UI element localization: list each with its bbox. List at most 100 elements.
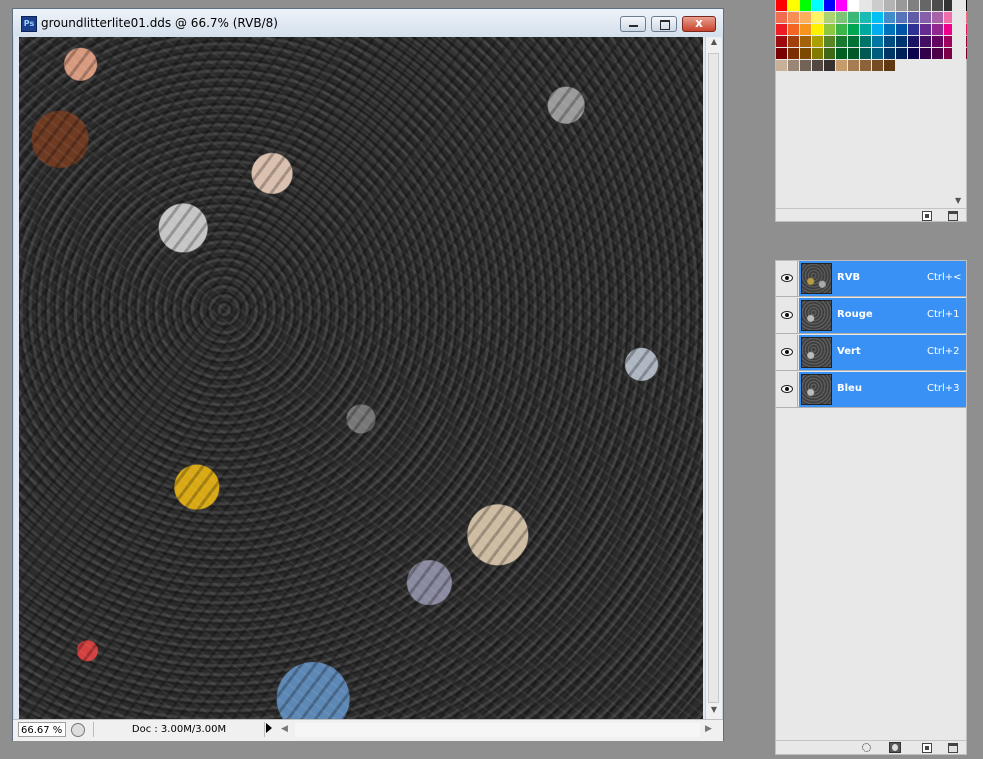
zoom-icon[interactable] <box>71 723 85 737</box>
visibility-toggle[interactable] <box>776 298 798 333</box>
color-swatch[interactable] <box>812 0 823 11</box>
load-selection-icon[interactable] <box>862 743 871 752</box>
horizontal-scrollbar[interactable] <box>295 723 700 737</box>
color-swatch[interactable] <box>932 36 943 47</box>
channel-body[interactable]: Bleu Ctrl+3 <box>799 372 966 407</box>
color-swatch[interactable] <box>920 36 931 47</box>
color-swatch[interactable] <box>824 12 835 23</box>
color-swatch[interactable] <box>920 0 931 11</box>
color-swatch[interactable] <box>824 24 835 35</box>
color-swatch[interactable] <box>872 48 883 59</box>
color-swatch[interactable] <box>788 60 799 71</box>
color-swatch[interactable] <box>920 48 931 59</box>
color-swatch[interactable] <box>860 60 871 71</box>
color-swatch[interactable] <box>860 36 871 47</box>
scroll-down-icon[interactable]: ▼ <box>706 705 722 719</box>
color-swatch[interactable] <box>776 36 787 47</box>
color-swatch[interactable] <box>908 36 919 47</box>
color-swatch[interactable] <box>800 24 811 35</box>
color-swatch[interactable] <box>896 24 907 35</box>
channel-row-rouge[interactable]: Rouge Ctrl+1 <box>776 298 966 334</box>
color-swatch[interactable] <box>800 48 811 59</box>
color-swatch[interactable] <box>848 12 859 23</box>
color-swatch[interactable] <box>776 12 787 23</box>
vertical-scrollbar[interactable]: ▲ ▼ <box>705 37 722 719</box>
color-swatch[interactable] <box>884 36 895 47</box>
color-swatch[interactable] <box>884 12 895 23</box>
color-swatch[interactable] <box>896 48 907 59</box>
color-swatch[interactable] <box>860 24 871 35</box>
color-swatch[interactable] <box>824 60 835 71</box>
close-button[interactable]: x <box>682 16 716 32</box>
color-swatch[interactable] <box>872 0 883 11</box>
color-swatch[interactable] <box>908 12 919 23</box>
color-swatch[interactable] <box>800 36 811 47</box>
color-swatch[interactable] <box>800 60 811 71</box>
color-swatch[interactable] <box>872 60 883 71</box>
document-window[interactable]: Ps groundlitterlite01.dds @ 66.7% (RVB/8… <box>12 8 724 741</box>
visibility-toggle[interactable] <box>776 261 798 296</box>
color-swatch[interactable] <box>836 48 847 59</box>
color-swatch[interactable] <box>788 24 799 35</box>
color-swatch[interactable] <box>824 48 835 59</box>
color-swatch[interactable] <box>908 24 919 35</box>
color-swatch[interactable] <box>824 0 835 11</box>
channel-body[interactable]: Rouge Ctrl+1 <box>799 298 966 333</box>
color-swatch[interactable] <box>896 0 907 11</box>
visibility-toggle[interactable] <box>776 372 798 407</box>
channel-body[interactable]: Vert Ctrl+2 <box>799 335 966 370</box>
color-swatch[interactable] <box>908 0 919 11</box>
color-swatch[interactable] <box>800 0 811 11</box>
color-swatch[interactable] <box>776 60 787 71</box>
color-swatch[interactable] <box>884 24 895 35</box>
trash-icon[interactable] <box>948 211 958 221</box>
color-swatch[interactable] <box>800 12 811 23</box>
color-swatch[interactable] <box>788 36 799 47</box>
color-swatch[interactable] <box>920 12 931 23</box>
channel-row-rvb[interactable]: RVB Ctrl+< <box>776 261 966 297</box>
color-swatch[interactable] <box>848 48 859 59</box>
color-swatch[interactable] <box>848 60 859 71</box>
color-swatch[interactable] <box>776 48 787 59</box>
color-swatch[interactable] <box>836 36 847 47</box>
color-swatch[interactable] <box>776 0 787 11</box>
color-swatch[interactable] <box>932 12 943 23</box>
color-swatch[interactable] <box>860 48 871 59</box>
save-selection-icon[interactable] <box>889 742 901 753</box>
color-swatch[interactable] <box>776 24 787 35</box>
color-swatch[interactable] <box>896 12 907 23</box>
color-swatch[interactable] <box>908 48 919 59</box>
new-channel-icon[interactable] <box>922 743 932 753</box>
swatches-scrollbar[interactable]: ▼ <box>952 0 966 208</box>
color-swatch[interactable] <box>884 0 895 11</box>
color-swatch[interactable] <box>884 48 895 59</box>
color-swatch[interactable] <box>788 48 799 59</box>
color-swatch[interactable] <box>860 0 871 11</box>
scroll-down-icon[interactable]: ▼ <box>955 196 961 205</box>
color-swatch[interactable] <box>848 36 859 47</box>
maximize-button[interactable] <box>651 16 677 32</box>
title-bar[interactable]: Ps groundlitterlite01.dds @ 66.7% (RVB/8… <box>13 9 723 37</box>
color-swatch[interactable] <box>788 0 799 11</box>
color-swatch[interactable] <box>872 24 883 35</box>
new-swatch-icon[interactable] <box>922 211 932 221</box>
channel-body[interactable]: RVB Ctrl+< <box>799 261 966 296</box>
color-swatch[interactable] <box>788 12 799 23</box>
color-swatch[interactable] <box>872 12 883 23</box>
scroll-left-icon[interactable]: ◀ <box>281 724 288 734</box>
color-swatch[interactable] <box>932 0 943 11</box>
trash-icon[interactable] <box>948 743 958 753</box>
visibility-toggle[interactable] <box>776 335 798 370</box>
image-canvas[interactable] <box>19 37 703 719</box>
color-swatch[interactable] <box>812 12 823 23</box>
color-swatch[interactable] <box>824 36 835 47</box>
color-swatch[interactable] <box>836 12 847 23</box>
color-swatch[interactable] <box>884 60 895 71</box>
scroll-thumb[interactable] <box>708 53 719 703</box>
color-swatch[interactable] <box>932 48 943 59</box>
color-swatch[interactable] <box>836 60 847 71</box>
color-swatch[interactable] <box>872 36 883 47</box>
channel-row-vert[interactable]: Vert Ctrl+2 <box>776 335 966 371</box>
zoom-input[interactable]: 66.67 % <box>18 722 66 737</box>
color-swatch[interactable] <box>848 24 859 35</box>
